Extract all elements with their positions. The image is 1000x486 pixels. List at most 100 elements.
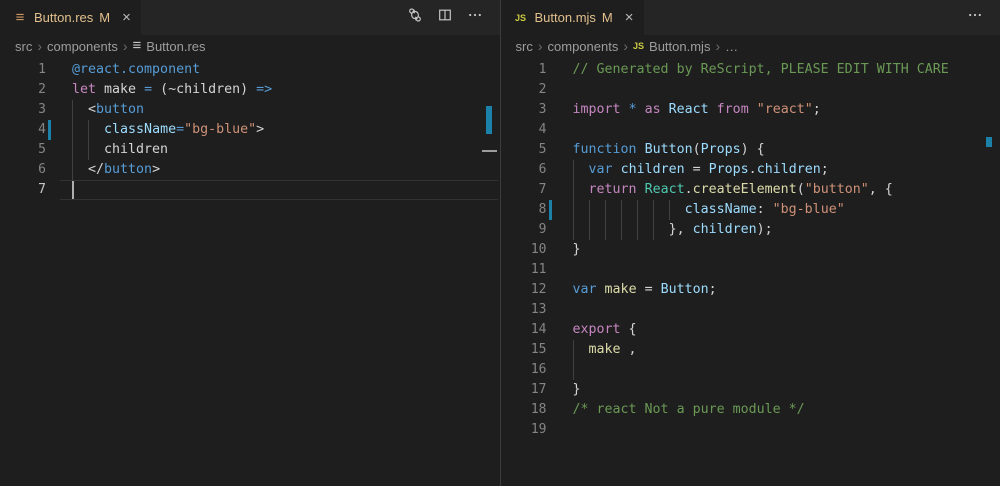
code-line-13[interactable]: 13 [501,300,1000,320]
current-line-highlight [60,180,498,200]
breadcrumb-item[interactable]: components [47,39,118,54]
code-line-11[interactable]: 11 [501,260,1000,280]
code-text: /* react Not a pure module */ [573,400,805,420]
code-line-6[interactable]: 6 </button> [0,160,500,180]
editor-group-button-res: ≡ Button.res M × src›components›≡Button.… [0,0,500,486]
line-number: 18 [501,400,547,420]
overview-modified-marker [986,137,992,147]
code-text: make , [573,340,637,360]
line-number: 9 [501,220,547,240]
breadcrumb-label: src [15,39,32,54]
overview-modified-marker [486,106,492,134]
code-line-1[interactable]: 1 @react.component [0,60,500,80]
code-line-14[interactable]: 14export { [501,320,1000,340]
line-number: 2 [501,80,547,100]
line-number: 7 [0,180,46,200]
file-icon: ≡ [12,10,28,26]
code-line-17[interactable]: 17} [501,380,1000,400]
line-number: 2 [0,80,46,100]
git-compare-icon [407,7,423,28]
breadcrumb-label: src [516,39,533,54]
code-text: return React.createElement("button", { [573,180,893,200]
code-line-5[interactable]: 5 children [0,140,500,160]
code-line-16[interactable]: 16 [501,360,1000,380]
code-text: children [72,140,168,160]
code-line-2[interactable]: 2 [501,80,1000,100]
text-cursor [72,181,74,199]
code-line-3[interactable]: 3 <button [0,100,500,120]
code-text: className="bg-blue"> [72,120,264,140]
breadcrumb: src›components›≡Button.res [0,35,500,57]
code-line-10[interactable]: 10} [501,240,1000,260]
breadcrumb-separator: › [37,35,42,57]
code-line-5[interactable]: 5function Button(Props) { [501,140,1000,160]
code-text: } [573,240,581,260]
breadcrumb-item[interactable]: src [15,39,32,54]
code-text: // Generated by ReScript, PLEASE EDIT WI… [573,60,949,80]
code-text: @react.component [72,60,200,80]
more-actions-button[interactable] [464,7,486,29]
breadcrumb-item[interactable]: ≡Button.res [133,38,206,54]
code-text: <button [72,100,144,120]
line-number: 10 [501,240,547,260]
code-line-9[interactable]: 9 }, children); [501,220,1000,240]
open-changes-button[interactable] [404,7,426,29]
modified-badge: M [99,0,110,35]
modified-badge: M [602,0,613,35]
code-line-19[interactable]: 19 [501,420,1000,440]
code-text: import * as React from "react"; [573,100,821,120]
line-number: 11 [501,260,547,280]
code-text: var make = Button; [573,280,717,300]
code-line-3[interactable]: 3import * as React from "react"; [501,100,1000,120]
code-text: let make = (~children) => [72,80,272,100]
code-text: </button> [72,160,160,180]
javascript-file-icon: JS [633,41,644,51]
breadcrumb-item[interactable]: src [516,39,533,54]
breadcrumb: src›components›JSButton.mjs›… [501,35,1000,57]
tab-label: Button.mjs [535,0,596,35]
code-line-2[interactable]: 2 let make = (~children) => [0,80,500,100]
code-line-12[interactable]: 12 var make = Button; [501,280,1000,300]
ellipsis-icon [467,7,483,28]
more-actions-button[interactable] [964,7,986,29]
code-line-8[interactable]: 8 className: "bg-blue" [501,200,1000,220]
line-number: 1 [0,60,46,80]
line-number: 1 [501,60,547,80]
breadcrumb-separator: › [623,35,628,57]
line-number: 12 [501,280,547,300]
line-number: 4 [501,120,547,140]
line-number: 17 [501,380,547,400]
line-number: 5 [0,140,46,160]
code-line-7[interactable]: 7 [0,180,500,200]
close-icon[interactable]: × [122,10,131,25]
code-editor[interactable]: 1 // Generated by ReScript, PLEASE EDIT W… [501,57,1000,486]
editor-group-button-mjs: JS Button.mjs M × src›components›JSButto… [500,0,1000,486]
code-line-18[interactable]: 18 /* react Not a pure module */ [501,400,1000,420]
code-line-7[interactable]: 7 return React.createElement("button", { [501,180,1000,200]
tab[interactable]: JS Button.mjs M × [501,0,644,35]
code-line-6[interactable]: 6 var children = Props.children; [501,160,1000,180]
breadcrumb-label: Button.mjs [649,39,710,54]
code-line-4[interactable]: 4 [501,120,1000,140]
tab[interactable]: ≡ Button.res M × [0,0,141,35]
breadcrumb-item[interactable]: … [725,39,738,54]
code-line-4[interactable]: 4 className="bg-blue"> [0,120,500,140]
javascript-file-icon: JS [515,13,526,23]
breadcrumb-item[interactable]: components [548,39,619,54]
line-number: 8 [501,200,547,220]
line-number: 14 [501,320,547,340]
line-number: 13 [501,300,547,320]
code-line-1[interactable]: 1 // Generated by ReScript, PLEASE EDIT W… [501,60,1000,80]
git-modified-gutter-bar [549,200,552,220]
tab-bar: JS Button.mjs M × [501,0,1000,35]
breadcrumb-item[interactable]: JS Button.mjs [633,39,710,54]
line-number: 6 [0,160,46,180]
code-line-15[interactable]: 15 make , [501,340,1000,360]
split-editor-icon [437,7,453,28]
breadcrumb-label: … [725,39,738,54]
close-icon[interactable]: × [625,10,634,25]
code-editor[interactable]: 1 @react.component 2 let make = (~children)… [0,57,500,486]
line-number: 7 [501,180,547,200]
rescript-file-icon: ≡ [16,10,25,26]
split-editor-button[interactable] [434,7,456,29]
